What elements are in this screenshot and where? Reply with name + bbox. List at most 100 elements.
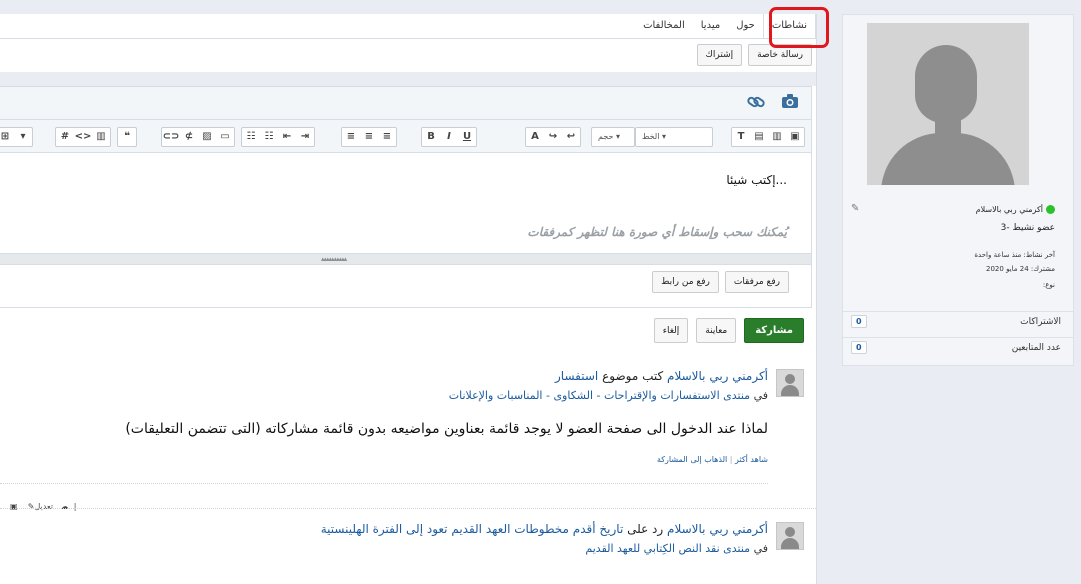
align-right-icon[interactable]: ≡ [342, 128, 360, 146]
table-icon[interactable]: ⊞ [0, 128, 14, 146]
followers-label: عدد المتابعين [1011, 343, 1061, 353]
php-icon[interactable]: ▥ [92, 128, 110, 146]
member-type: نوع: [1042, 281, 1055, 289]
unlink-icon[interactable]: ⊄ [180, 128, 198, 146]
toolbar-group-history: A ↪ ↩ [525, 127, 581, 147]
subscriptions-label: الاشتراكات [1020, 317, 1061, 327]
resize-grip[interactable]: ▴▴▴▴▴▴▴▴▴▴ [0, 253, 811, 265]
tab-media[interactable]: ميديا [693, 14, 728, 38]
align-left-icon[interactable]: ≡ [378, 128, 396, 146]
tab-about[interactable]: حول [728, 14, 763, 38]
post-tools-row: ▣ ✎تعديل ☁ | [10, 502, 77, 511]
activity-title: لماذا عند الدخول الى صفحة العضو لا يوجد … [125, 421, 768, 437]
camera-icon[interactable] [779, 93, 801, 113]
toolbar-group-table: ⊞ ▾ [0, 127, 33, 147]
remove-format-icon[interactable]: T [732, 128, 750, 146]
italic-icon[interactable]: I [440, 128, 458, 146]
toolbar-group-style: B I U [421, 127, 477, 147]
edit-link[interactable]: تعديل [34, 502, 53, 511]
attachment-buttons: رفع مرفقات رفع من رابط [652, 271, 789, 293]
indent-icon[interactable]: ⇥ [296, 128, 314, 146]
bold-icon[interactable]: B [422, 128, 440, 146]
followers-count: 0 [851, 341, 867, 354]
video-icon[interactable]: ▭ [216, 128, 234, 146]
editor-toolbar: T ▤ ▥ ▣ الخط ▾ حجم ▾ A ↪ ↩ B I U ≡ ≡ ≡ ☷… [0, 120, 811, 153]
divider [0, 483, 768, 484]
cloud-icon[interactable]: ☁ [61, 502, 69, 511]
activity-verb: كتب موضوع [602, 369, 664, 383]
source-icon[interactable]: ▣ [786, 128, 804, 146]
link-attachment-icon[interactable] [745, 93, 767, 113]
section-gap [0, 72, 816, 86]
forum-link[interactable]: منتدى نقد النص الكِتابي للعهد القديم [585, 542, 750, 555]
edit-pencil-icon[interactable]: ✎ [851, 203, 859, 214]
post-editor: T ▤ ▥ ▣ الخط ▾ حجم ▾ A ↪ ↩ B I U ≡ ≡ ≡ ☷… [0, 86, 812, 308]
undo-icon[interactable]: ↩ [562, 128, 580, 146]
paste-word-icon[interactable]: ▤ [750, 128, 768, 146]
preview-button[interactable]: معاينة [696, 318, 737, 343]
editor-placeholder[interactable]: إكتب شيئا... [726, 173, 787, 187]
forum-link[interactable]: منتدى الاستفسارات والإقتراحات - الشكاوى … [449, 389, 750, 402]
activity-item: أكرمني ربي بالاسلام كتب موضوع استفسار في… [0, 369, 804, 509]
toolbar-group-source: T ▤ ▥ ▣ [731, 127, 805, 147]
user-link[interactable]: أكرمني ربي بالاسلام [667, 369, 768, 383]
activity-forum: في منتدى الاستفسارات والإقتراحات - الشكا… [449, 389, 768, 402]
tab-infractions[interactable]: المخالفات [635, 14, 693, 38]
share-button[interactable]: مشاركة [744, 318, 804, 343]
cancel-button[interactable]: إلغاء [653, 318, 689, 343]
subscribe-button[interactable]: إشتراك [696, 44, 743, 66]
profile-card: ✎ أكرمني ربي بالاسلام 3- عضو نشيط آخر نش… [842, 14, 1074, 366]
numbered-list-icon[interactable]: ☷ [242, 128, 260, 146]
editor-actions: مشاركة معاينة إلغاء [653, 318, 804, 343]
activity-links: شاهد أكثر | الذهاب إلى المشاركة [656, 455, 768, 464]
subscriptions-count: 0 [851, 315, 867, 328]
hashtag-icon[interactable]: # [56, 128, 74, 146]
editor-media-bar [0, 87, 811, 120]
activity-verb: رد على [627, 522, 664, 536]
upload-from-url-button[interactable]: رفع من رابط [652, 271, 719, 293]
lightbulb-icon[interactable]: ▣ [10, 502, 18, 511]
size-select[interactable]: حجم ▾ [591, 127, 635, 147]
activity-item: أكرمني ربي بالاسلام رد على تاريخ أقدم مخ… [0, 522, 804, 582]
profile-main-panel: نشاطات حول ميديا المخالفات رسالة خاصة إش… [0, 14, 817, 584]
toolbar-group-lists: ☷ ☷ ⇤ ⇥ [241, 127, 315, 147]
highlight-box [769, 7, 829, 48]
font-select[interactable]: الخط ▾ [635, 127, 713, 147]
align-center-icon[interactable]: ≡ [360, 128, 378, 146]
goto-post-link[interactable]: الذهاب إلى المشاركة [657, 455, 727, 464]
upload-attachments-button[interactable]: رفع مرفقات [724, 271, 789, 293]
outdent-icon[interactable]: ⇤ [278, 128, 296, 146]
code-icon[interactable]: <> [74, 128, 92, 146]
drop-hint: يُمكنك سحب وإسقاط أي صورة هنا لتظهر كمرف… [527, 225, 787, 239]
activity-header: أكرمني ربي بالاسلام كتب موضوع استفسار [555, 369, 768, 383]
editor-body[interactable]: إكتب شيئا... يُمكنك سحب وإسقاط أي صورة ه… [0, 153, 811, 253]
activity-header: أكرمني ربي بالاسلام رد على تاريخ أقدم مخ… [321, 522, 768, 536]
avatar[interactable] [776, 522, 804, 550]
username-text: أكرمني ربي بالاسلام [975, 205, 1043, 214]
profile-avatar[interactable] [867, 23, 1029, 185]
image-icon[interactable]: ▨ [198, 128, 216, 146]
toolbar-group-align: ≡ ≡ ≡ [341, 127, 397, 147]
topic-link[interactable]: استفسار [555, 369, 598, 383]
user-link[interactable]: أكرمني ربي بالاسلام [667, 522, 768, 536]
member-rank: 3- عضو نشيط [1000, 223, 1055, 233]
text-color-icon[interactable]: A [526, 128, 544, 146]
in-prefix: في [753, 389, 768, 402]
topic-link[interactable]: تاريخ أقدم مخطوطات العهد القديم تعود إلى… [321, 522, 624, 536]
avatar[interactable] [776, 369, 804, 397]
paste-text-icon[interactable]: ▥ [768, 128, 786, 146]
activity-forum: في منتدى نقد النص الكِتابي للعهد القديم [585, 542, 768, 555]
in-prefix: في [753, 542, 768, 555]
last-activity: آخر نشاط: منذ ساعة واحدة [974, 251, 1055, 259]
bulleted-list-icon[interactable]: ☷ [260, 128, 278, 146]
more-icon[interactable]: ▾ [14, 128, 32, 146]
subscriptions-row[interactable]: الاشتراكات 0 [843, 311, 1073, 334]
redo-icon[interactable]: ↪ [544, 128, 562, 146]
profile-sidebar: ✎ أكرمني ربي بالاسلام 3- عضو نشيط آخر نش… [830, 0, 1081, 376]
followers-row[interactable]: عدد المتابعين 0 [843, 337, 1073, 360]
underline-icon[interactable]: U [458, 128, 476, 146]
quote-icon[interactable]: ❝ [118, 128, 136, 146]
joined-date: مشترك: 24 مايو 2020 [986, 265, 1055, 273]
link-icon[interactable]: ⊂⊃ [162, 128, 180, 146]
see-more-link[interactable]: شاهد أكثر [735, 455, 768, 464]
